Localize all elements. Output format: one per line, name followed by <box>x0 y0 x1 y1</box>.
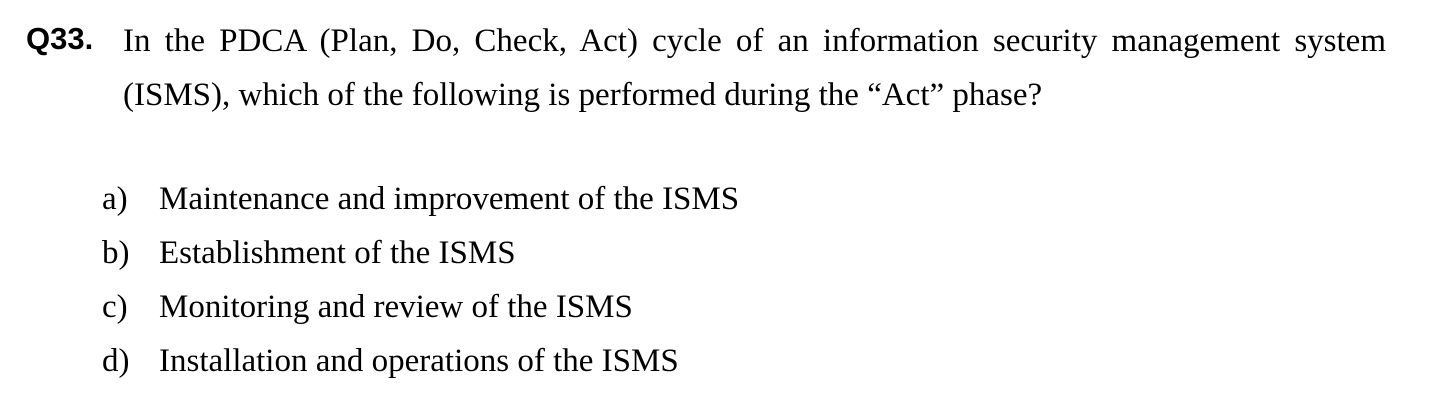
option-a[interactable]: a) Maintenance and improvement of the IS… <box>102 172 739 226</box>
option-label: c) <box>102 289 128 325</box>
option-label: b) <box>102 235 130 271</box>
option-c[interactable]: c) Monitoring and review of the ISMS <box>102 280 739 334</box>
option-text: Installation and operations of the ISMS <box>159 343 679 379</box>
option-text: Monitoring and review of the ISMS <box>159 289 633 325</box>
question-number: Q33. <box>26 21 94 56</box>
option-label: a) <box>102 181 128 217</box>
answer-options: a) Maintenance and improvement of the IS… <box>102 172 739 388</box>
option-text: Establishment of the ISMS <box>159 235 516 271</box>
option-b[interactable]: b) Establishment of the ISMS <box>102 226 739 280</box>
question-text: In the PDCA (Plan, Do, Check, Act) cycle… <box>123 23 1386 113</box>
option-text: Maintenance and improvement of the ISMS <box>159 181 740 217</box>
option-d[interactable]: d) Installation and operations of the IS… <box>102 334 739 388</box>
option-label: d) <box>102 343 130 379</box>
